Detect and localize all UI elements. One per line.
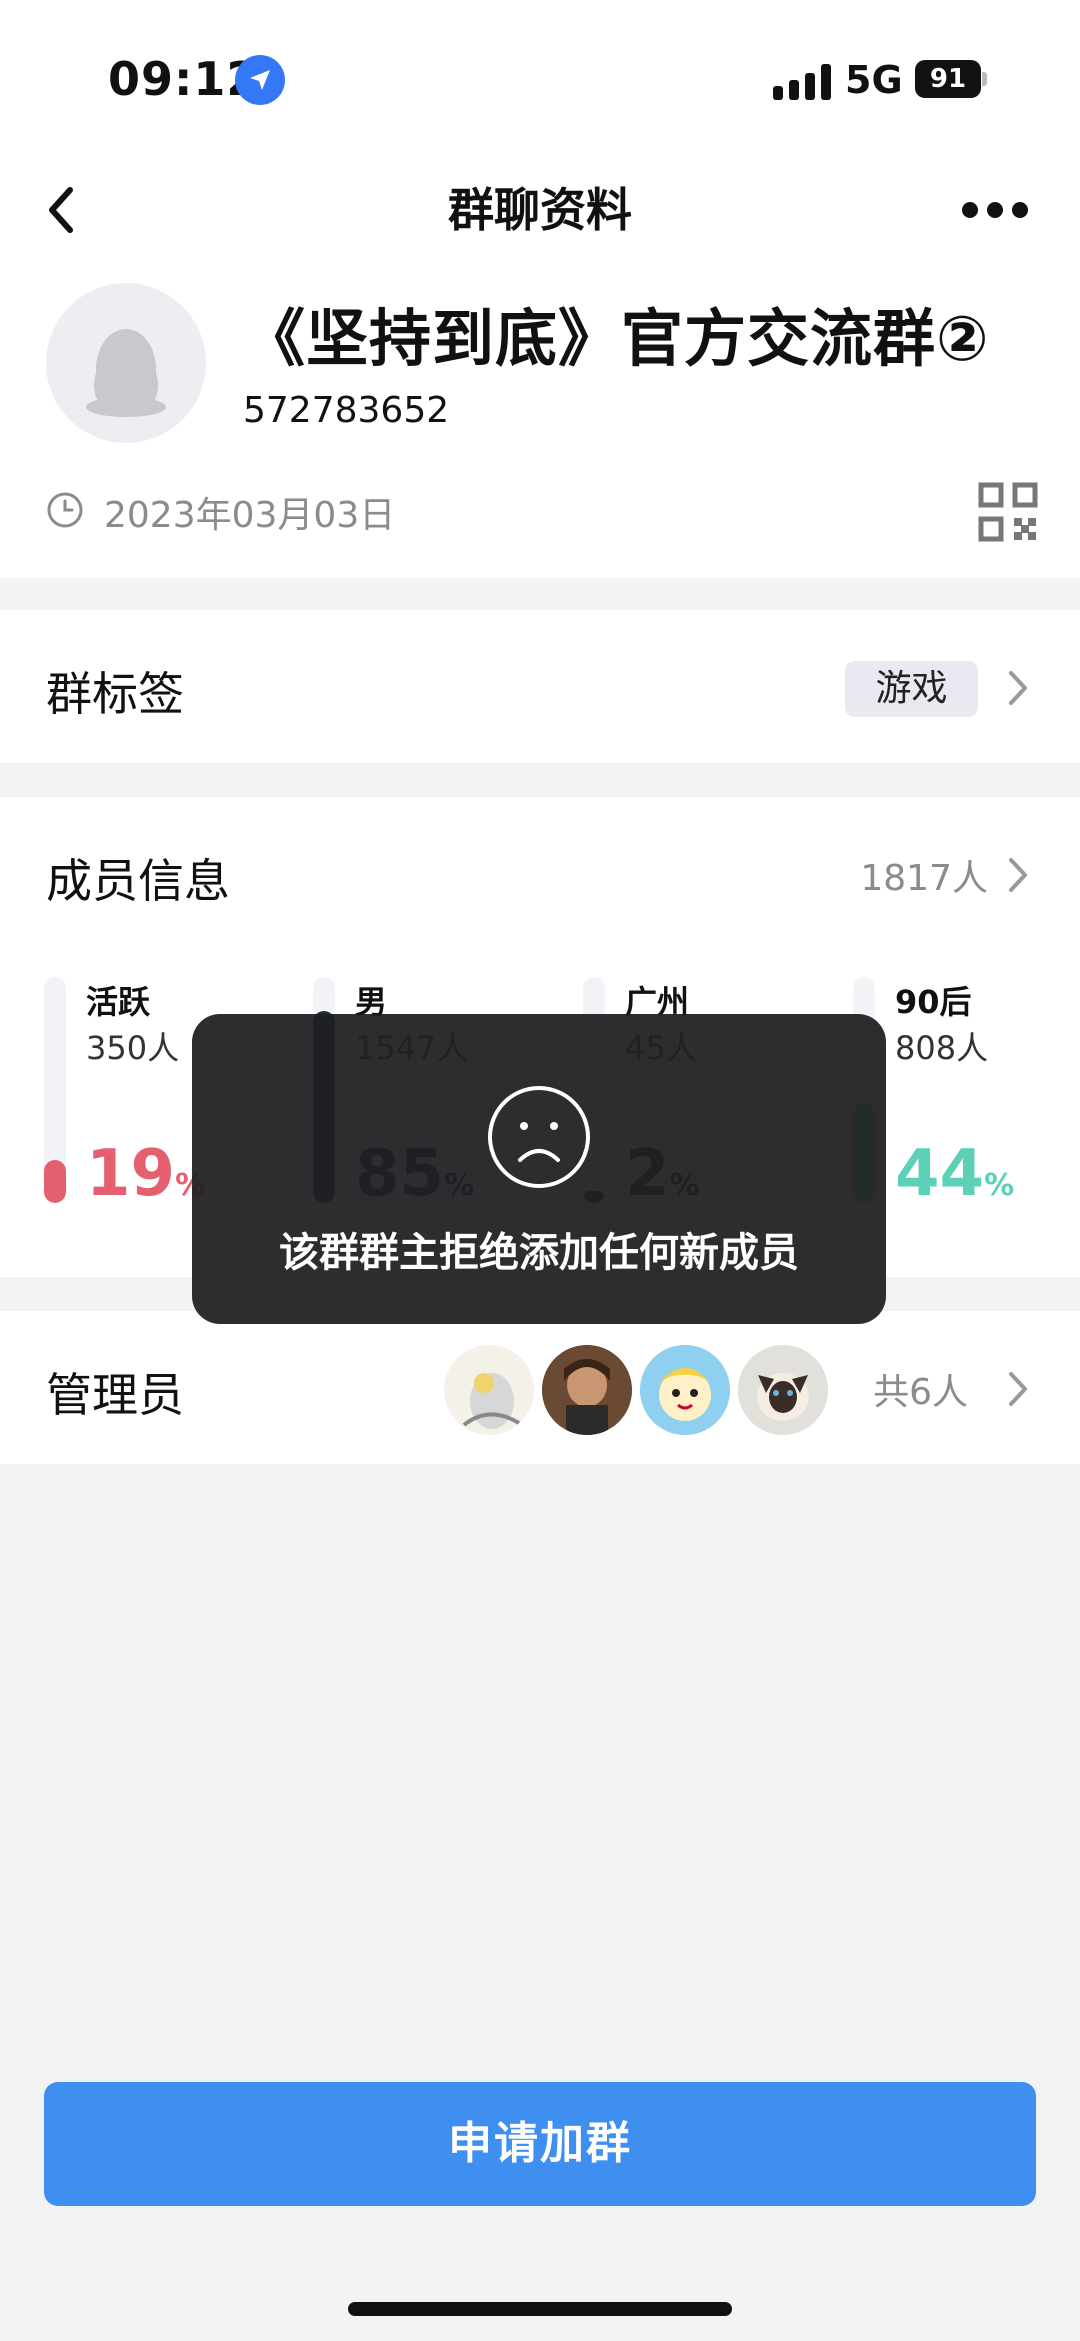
qr-code-icon[interactable] — [978, 482, 1038, 542]
member-info-label: 成员信息 — [46, 854, 230, 908]
cellular-signal-icon — [773, 62, 831, 100]
home-indicator[interactable] — [348, 2302, 732, 2316]
member-count[interactable]: 1817人 — [860, 849, 988, 901]
clock-icon — [46, 491, 84, 529]
group-avatar[interactable] — [46, 283, 206, 443]
stat-count: 808人 — [895, 1029, 989, 1067]
admin-avatar — [542, 1345, 632, 1435]
battery-icon: 91 — [915, 60, 987, 98]
chevron-right-icon[interactable] — [1006, 855, 1030, 895]
chevron-right-icon — [1006, 668, 1030, 708]
stat-percent: 19% — [86, 1137, 205, 1211]
admin-avatar — [444, 1345, 534, 1435]
stat-percent-value: 44 — [895, 1137, 985, 1211]
network-type: 5G — [845, 58, 903, 102]
stat-percent-unit: % — [984, 1168, 1015, 1203]
chevron-right-icon — [1006, 1369, 1030, 1409]
stat-bar-fill — [44, 1160, 66, 1203]
group-tag-label: 群标签 — [46, 667, 184, 721]
toast-text: 该群群主拒绝添加任何新成员 — [279, 1230, 799, 1276]
stat-bar — [44, 977, 66, 1203]
created-date: 2023年03月03日 — [104, 495, 396, 536]
admin-total: 共6人 — [873, 1372, 968, 1413]
group-name: 《坚持到底》官方交流群② — [243, 302, 990, 375]
location-arrow-icon — [235, 55, 285, 105]
group-id[interactable]: 572783652 — [243, 390, 449, 431]
status-bar: 09:12 5G 91 — [0, 0, 1080, 150]
stat-label: 活跃 — [86, 983, 151, 1021]
admin-avatar — [640, 1345, 730, 1435]
stat-label: 90后 — [895, 983, 972, 1021]
group-tag-row[interactable]: 群标签 游戏 — [0, 610, 1080, 763]
admin-row[interactable]: 管理员 共6人 — [0, 1311, 1080, 1464]
admin-label: 管理员 — [46, 1368, 184, 1422]
toast-message: 该群群主拒绝添加任何新成员 — [192, 1014, 886, 1324]
more-options-icon[interactable] — [962, 200, 1028, 220]
admin-avatars — [444, 1345, 828, 1435]
apply-join-button[interactable]: 申请加群 — [44, 2082, 1036, 2206]
battery-level: 91 — [915, 60, 981, 98]
sad-face-icon — [486, 1084, 592, 1190]
tag-chip: 游戏 — [845, 661, 978, 717]
page-title: 群聊资料 — [448, 183, 632, 237]
admin-avatar — [738, 1345, 828, 1435]
stat-percent: 44% — [895, 1137, 1014, 1211]
group-profile-card: 群聊资料 《坚持到底》官方交流群② 572783652 2023年03月03日 — [0, 150, 1080, 578]
stat-percent-value: 19 — [86, 1137, 176, 1211]
penguin-placeholder-icon — [86, 329, 166, 417]
stat-count: 350人 — [86, 1029, 180, 1067]
member-stat: 90后 808人 44% — [853, 977, 1080, 1217]
